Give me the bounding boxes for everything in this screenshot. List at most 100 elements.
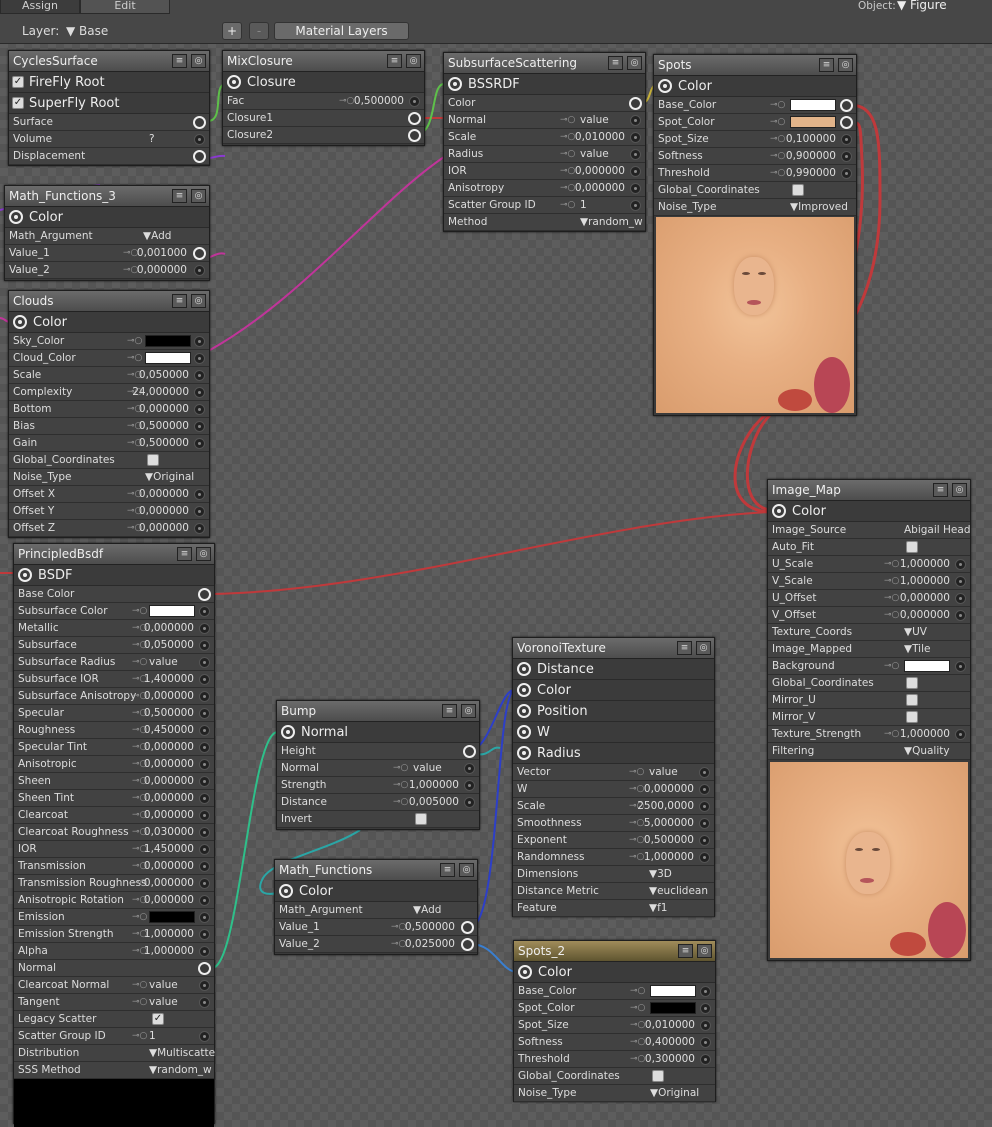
threshold-row[interactable]: Threshold ⊸○ 0,300000 (514, 1051, 715, 1068)
socket-icon[interactable] (194, 353, 205, 364)
socket-icon[interactable] (700, 1020, 711, 1031)
clouds-node[interactable]: Clouds ≡ ◎ Color Sky_Color ⊸○ Cloud_Color ⊸○… (8, 290, 210, 538)
socket-icon[interactable] (199, 776, 210, 787)
dropdown[interactable]: ▼UV (904, 624, 927, 640)
emission-strength-row[interactable]: Emission Strength ⊸○ 1,000000 (14, 926, 214, 943)
v-scale-row[interactable]: V_Scale ⊸○ 1,000000 (768, 573, 970, 590)
noise-type-row[interactable]: Noise_Type ▼Original (514, 1085, 715, 1102)
math-argument-dropdown[interactable]: ▼Add (143, 228, 171, 244)
exponent-row[interactable]: Exponent ⊸○ 0,500000 (513, 832, 714, 849)
socket-icon[interactable] (841, 168, 852, 179)
complexity-row[interactable]: Complexity ⊸○ 24,000000 (9, 384, 209, 401)
node-header[interactable]: MixClosure ≡ ◎ (223, 51, 424, 72)
output-color[interactable]: Color (513, 680, 714, 701)
output-color[interactable]: Color (9, 312, 209, 333)
output-socket-icon[interactable] (279, 884, 293, 898)
socket-icon[interactable] (700, 1003, 711, 1014)
socket-icon[interactable] (199, 912, 210, 923)
math-argument-row[interactable]: Math_Argument ▼Add (275, 902, 477, 919)
offset-z-row[interactable]: Offset Z ⊸○ 0,000000 (9, 520, 209, 537)
socket-icon[interactable] (464, 763, 475, 774)
socket-icon[interactable] (199, 827, 210, 838)
socket-icon[interactable] (699, 801, 710, 812)
normal-row[interactable]: Normal (14, 960, 214, 977)
distance-row[interactable]: Distance ⊸○ 0,005000 (277, 794, 479, 811)
socket-icon[interactable] (955, 576, 966, 587)
node-header[interactable]: Clouds ≡ ◎ (9, 291, 209, 312)
eye-icon[interactable]: ◎ (952, 483, 967, 497)
transmission-roughness-row[interactable]: Transmission Roughness ⊸○ 0,000000 (14, 875, 214, 892)
offset-y-row[interactable]: Offset Y ⊸○ 0,000000 (9, 503, 209, 520)
socket-icon[interactable] (194, 523, 205, 534)
socket-connected-icon[interactable] (193, 150, 206, 163)
dropdown[interactable]: ▼random_w (580, 214, 643, 230)
socket-connected-icon[interactable] (840, 99, 853, 112)
u-scale-row[interactable]: U_Scale ⊸○ 1,000000 (768, 556, 970, 573)
socket-icon[interactable] (700, 986, 711, 997)
legacy-scatter-row[interactable]: Legacy Scatter ✓ (14, 1011, 214, 1028)
math-functions-3-node[interactable]: Math_Functions_3 ≡ ◎ Color Math_Argument ▼… (4, 185, 210, 281)
base-color-row[interactable]: Base_Color ⊸○ (654, 97, 856, 114)
socket-icon[interactable] (700, 1054, 711, 1065)
socket-icon[interactable] (630, 115, 641, 126)
socket-icon[interactable] (194, 387, 205, 398)
dropdown[interactable]: ▼Multiscatte (149, 1045, 215, 1061)
spots-node[interactable]: Spots ≡ ◎ Color Base_Color ⊸○ Spot_Color ⊸○ S… (653, 54, 857, 416)
output-socket-icon[interactable] (448, 77, 462, 91)
socket-icon[interactable] (199, 844, 210, 855)
socket-icon[interactable] (955, 593, 966, 604)
socket-icon[interactable] (194, 438, 205, 449)
checkbox-icon[interactable] (906, 677, 918, 689)
spots-2-node[interactable]: Spots_2 ≡ ◎ Color Base_Color ⊸○ Spot_Color ⊸… (513, 940, 716, 1102)
texture-coords-row[interactable]: Texture_Coords ▼UV (768, 624, 970, 641)
socket-icon[interactable] (199, 674, 210, 685)
list-icon[interactable]: ≡ (440, 863, 455, 877)
eye-icon[interactable]: ◎ (627, 56, 642, 70)
clearcoat-normal-row[interactable]: Clearcoat Normal ⊸○ value (14, 977, 214, 994)
mix-closure-node[interactable]: MixClosure ≡ ◎ Closure Fac ⊸○ 0,500000 Clos… (222, 50, 425, 146)
spot-size-row[interactable]: Spot_Size ⊸○ 0,010000 (514, 1017, 715, 1034)
socket-connected-icon[interactable] (461, 921, 474, 934)
normal-row[interactable]: Normal ⊸○ value (277, 760, 479, 777)
global-coordinates-row[interactable]: Global_Coordinates (654, 182, 856, 199)
list-icon[interactable]: ≡ (608, 56, 623, 70)
socket-icon[interactable] (199, 895, 210, 906)
eye-icon[interactable]: ◎ (196, 547, 211, 561)
anisotropic-rotation-row[interactable]: Anisotropic Rotation ⊸○ 0,000000 (14, 892, 214, 909)
color-swatch[interactable] (650, 985, 696, 997)
dropdown[interactable]: ▼random_w (149, 1062, 212, 1078)
socket-icon[interactable] (199, 997, 210, 1008)
roughness-row[interactable]: Roughness ⊸○ 0,450000 (14, 722, 214, 739)
threshold-row[interactable]: Threshold ⊸○ 0,990000 (654, 165, 856, 182)
sky-color-row[interactable]: Sky_Color ⊸○ (9, 333, 209, 350)
checkbox-checked-icon[interactable]: ✓ (152, 1013, 164, 1025)
socket-icon[interactable] (194, 404, 205, 415)
scale-row[interactable]: Scale ⊸○ 0,050000 (9, 367, 209, 384)
output-radius[interactable]: Radius (513, 743, 714, 764)
output-bsdf[interactable]: BSDF (14, 565, 214, 586)
socket-icon[interactable] (630, 183, 641, 194)
node-header[interactable]: Spots ≡ ◎ (654, 55, 856, 76)
socket-icon[interactable] (199, 793, 210, 804)
value2-row[interactable]: Value_2 ⊸○ 0,025000 (275, 936, 477, 953)
scatter-group-id-row[interactable]: Scatter Group ID ⊸○ 1 (444, 197, 645, 214)
socket-icon[interactable] (699, 835, 710, 846)
scale-row[interactable]: Scale ⊸○ 0,010000 (444, 129, 645, 146)
filtering-row[interactable]: Filtering ▼Quality (768, 743, 970, 760)
socket-icon[interactable] (630, 200, 641, 211)
invert-row[interactable]: Invert (277, 811, 479, 828)
firefly-root-row[interactable]: ✓ FireFly Root (9, 72, 209, 93)
list-icon[interactable]: ≡ (442, 704, 457, 718)
socket-icon[interactable] (199, 810, 210, 821)
specular-row[interactable]: Specular ⊸○ 0,500000 (14, 705, 214, 722)
global-coordinates-row[interactable]: Global_Coordinates (514, 1068, 715, 1085)
output-closure[interactable]: Closure (223, 72, 424, 93)
superfly-root-row[interactable]: ✓ SuperFly Root (9, 93, 209, 114)
socket-connected-icon[interactable] (629, 97, 642, 110)
bias-row[interactable]: Bias ⊸○ 0,500000 (9, 418, 209, 435)
list-icon[interactable]: ≡ (177, 547, 192, 561)
metallic-row[interactable]: Metallic ⊸○ 0,000000 (14, 620, 214, 637)
color-swatch[interactable] (145, 335, 191, 347)
tangent-row[interactable]: Tangent ⊸○ value (14, 994, 214, 1011)
color-swatch[interactable] (790, 99, 836, 111)
